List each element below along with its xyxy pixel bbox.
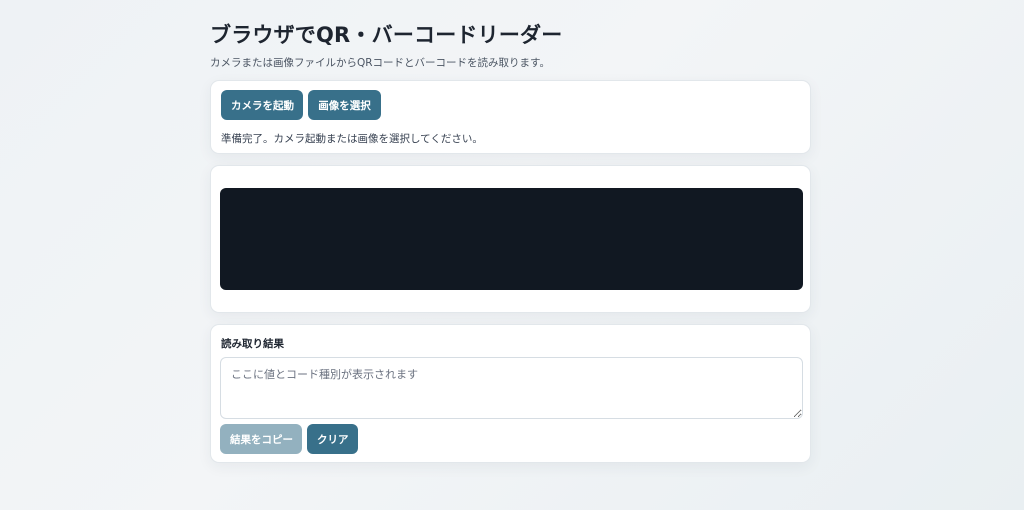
page-title: ブラウザでQR・バーコードリーダー (210, 23, 563, 47)
page-subtitle: カメラまたは画像ファイルからQRコードとバーコードを読み取ります。 (210, 57, 551, 69)
video-card (210, 165, 811, 313)
result-textarea[interactable] (220, 357, 803, 419)
start-camera-button[interactable]: カメラを起動 (221, 90, 303, 120)
clear-button[interactable]: クリア (307, 424, 358, 454)
result-card: 読み取り結果 結果をコピー クリア (210, 324, 811, 463)
camera-preview (220, 188, 803, 290)
result-label: 読み取り結果 (221, 338, 284, 350)
select-image-button[interactable]: 画像を選択 (308, 90, 381, 120)
copy-result-button[interactable]: 結果をコピー (220, 424, 302, 454)
status-text: 準備完了。カメラ起動または画像を選択してください。 (221, 133, 483, 145)
controls-card: カメラを起動 画像を選択 準備完了。カメラ起動または画像を選択してください。 (210, 80, 811, 154)
